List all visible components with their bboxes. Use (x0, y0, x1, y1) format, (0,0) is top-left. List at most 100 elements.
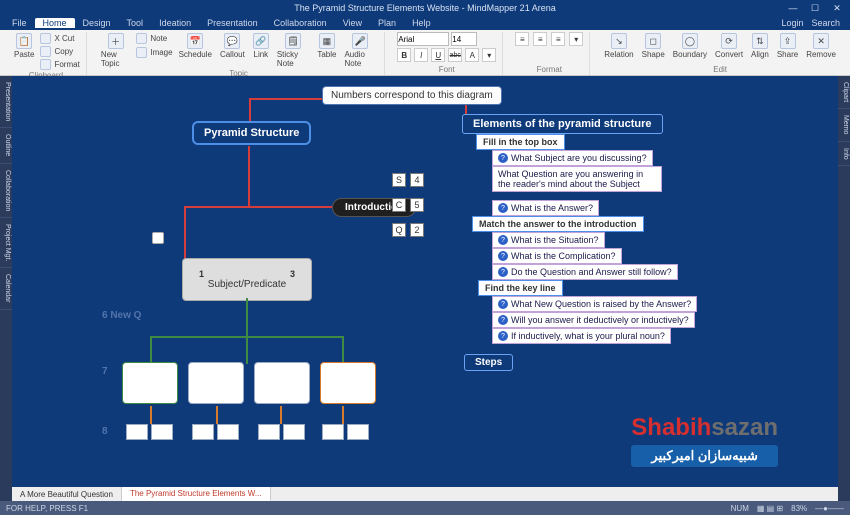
item-qa-follow[interactable]: ?Do the Question and Answer still follow… (492, 264, 678, 280)
subject-predicate-node[interactable]: 13 Subject/Predicate (182, 258, 312, 301)
sub-leaf[interactable] (192, 424, 214, 440)
tab-calendar[interactable]: Calendar (0, 268, 12, 309)
elements-head-node[interactable]: Elements of the pyramid structure (462, 114, 663, 134)
sub-leaf[interactable] (322, 424, 344, 440)
item-plural-noun[interactable]: ?If inductively, what is your plural nou… (492, 328, 671, 344)
mindmap-canvas[interactable]: Numbers correspond to this diagram Pyram… (12, 76, 838, 487)
menu-tool[interactable]: Tool (119, 18, 152, 28)
callout-button[interactable]: 💬Callout (218, 32, 247, 60)
sub-leaf[interactable] (126, 424, 148, 440)
image-button[interactable]: Image (136, 46, 172, 59)
item-subject[interactable]: ?What Subject are you discussing? (492, 150, 653, 166)
italic-button[interactable]: I (414, 48, 428, 62)
cut-button[interactable]: X Cut (40, 32, 79, 45)
share-button[interactable]: ⇪Share (775, 32, 800, 60)
view-buttons[interactable]: ▦ ▤ ⊞ (757, 504, 783, 513)
audio-note-button[interactable]: 🎤Audio Note (342, 32, 378, 69)
key-q[interactable]: Q (392, 223, 406, 237)
doc-tab-2[interactable]: The Pyramid Structure Elements W... (122, 487, 271, 501)
handle-node[interactable] (152, 232, 164, 244)
leaf-node[interactable] (188, 362, 244, 404)
menu-home[interactable]: Home (35, 18, 75, 28)
align-right-button[interactable]: ≡ (551, 32, 565, 46)
minimize-button[interactable]: — (786, 3, 800, 13)
sub-leaf[interactable] (283, 424, 305, 440)
tab-collaboration[interactable]: Collaboration (0, 164, 12, 218)
menu-view[interactable]: View (335, 18, 370, 28)
section-fill-top-box[interactable]: Fill in the top box (476, 134, 565, 150)
menu-file[interactable]: File (4, 18, 35, 28)
close-button[interactable]: ✕ (830, 3, 844, 14)
bold-button[interactable]: B (397, 48, 411, 62)
sub-leaf[interactable] (217, 424, 239, 440)
steps-node[interactable]: Steps (464, 354, 513, 371)
key-4[interactable]: 4 (410, 173, 424, 187)
maximize-button[interactable]: ☐ (808, 3, 822, 14)
top-banner-node[interactable]: Numbers correspond to this diagram (322, 86, 502, 105)
login-link[interactable]: Login (781, 18, 803, 28)
align-center-button[interactable]: ≡ (533, 32, 547, 46)
section-match-answer[interactable]: Match the answer to the introduction (472, 216, 644, 232)
key-2[interactable]: 2 (410, 223, 424, 237)
pyramid-structure-node[interactable]: Pyramid Structure (192, 121, 311, 145)
item-new-question[interactable]: ?What New Question is raised by the Answ… (492, 296, 697, 312)
item-answer[interactable]: ?What is the Answer? (492, 200, 599, 216)
doc-tab-1[interactable]: A More Beautiful Question (12, 487, 122, 501)
tab-clipart[interactable]: Clipart (838, 76, 850, 109)
item-complication[interactable]: ?What is the Complication? (492, 248, 622, 264)
item-deductive-inductive[interactable]: ?Will you answer it deductively or induc… (492, 312, 695, 328)
search-link[interactable]: Search (811, 18, 840, 28)
sub-leaf[interactable] (347, 424, 369, 440)
sub-leaf[interactable] (151, 424, 173, 440)
tab-outline[interactable]: Outline (0, 128, 12, 163)
item-situation[interactable]: ?What is the Situation? (492, 232, 605, 248)
underline-button[interactable]: U (431, 48, 445, 62)
convert-icon: ⟳ (721, 33, 737, 49)
note-button[interactable]: Note (136, 32, 172, 45)
link-button[interactable]: 🔗Link (251, 32, 271, 60)
remove-button[interactable]: ✕Remove (804, 32, 838, 60)
highlight-button[interactable]: ▾ (482, 48, 496, 62)
menu-presentation[interactable]: Presentation (199, 18, 266, 28)
leaf-node[interactable] (122, 362, 178, 404)
sub-leaf[interactable] (258, 424, 280, 440)
fill-button[interactable]: ▾ (569, 32, 583, 46)
font-color-button[interactable]: A (465, 48, 479, 62)
shape-button[interactable]: ◻Shape (640, 32, 667, 60)
menu-design[interactable]: Design (75, 18, 119, 28)
schedule-button[interactable]: 📅Schedule (177, 32, 214, 60)
question-icon: ? (498, 203, 508, 213)
key-s[interactable]: S (392, 173, 406, 187)
tab-presentation[interactable]: Presentation (0, 76, 12, 128)
new-topic-button[interactable]: ＋New Topic (99, 32, 133, 69)
leaf-node[interactable] (320, 362, 376, 404)
tab-info[interactable]: Info (838, 142, 850, 167)
section-key-line[interactable]: Find the key line (478, 280, 563, 296)
font-family-select[interactable] (397, 32, 449, 46)
item-question[interactable]: What Question are you answering in the r… (492, 166, 662, 192)
zoom-slider[interactable]: —●—— (815, 504, 844, 513)
copy-button[interactable]: Copy (40, 45, 79, 58)
note-icon (136, 33, 147, 44)
menu-plan[interactable]: Plan (370, 18, 404, 28)
key-5[interactable]: 5 (410, 198, 424, 212)
zoom-level[interactable]: 83% (791, 504, 807, 513)
key-c[interactable]: C (392, 198, 406, 212)
menu-collaboration[interactable]: Collaboration (266, 18, 335, 28)
format-painter-button[interactable]: Format (40, 58, 79, 71)
leaf-node[interactable] (254, 362, 310, 404)
table-button[interactable]: ▦Table (315, 32, 338, 60)
align-button[interactable]: ⇅Align (749, 32, 771, 60)
paste-button[interactable]: 📋Paste (12, 32, 36, 60)
menu-ideation[interactable]: Ideation (151, 18, 199, 28)
tab-memo[interactable]: Memo (838, 109, 850, 141)
relation-button[interactable]: ↘Relation (602, 32, 635, 60)
convert-button[interactable]: ⟳Convert (713, 32, 745, 60)
boundary-button[interactable]: ◯Boundary (671, 32, 709, 60)
sticky-note-button[interactable]: 🗒Sticky Note (275, 32, 312, 69)
align-left-button[interactable]: ≡ (515, 32, 529, 46)
menu-help[interactable]: Help (404, 18, 439, 28)
font-size-select[interactable] (451, 32, 477, 46)
tab-project-mgt[interactable]: Project Mgt. (0, 218, 12, 268)
strike-button[interactable]: abc (448, 48, 462, 62)
